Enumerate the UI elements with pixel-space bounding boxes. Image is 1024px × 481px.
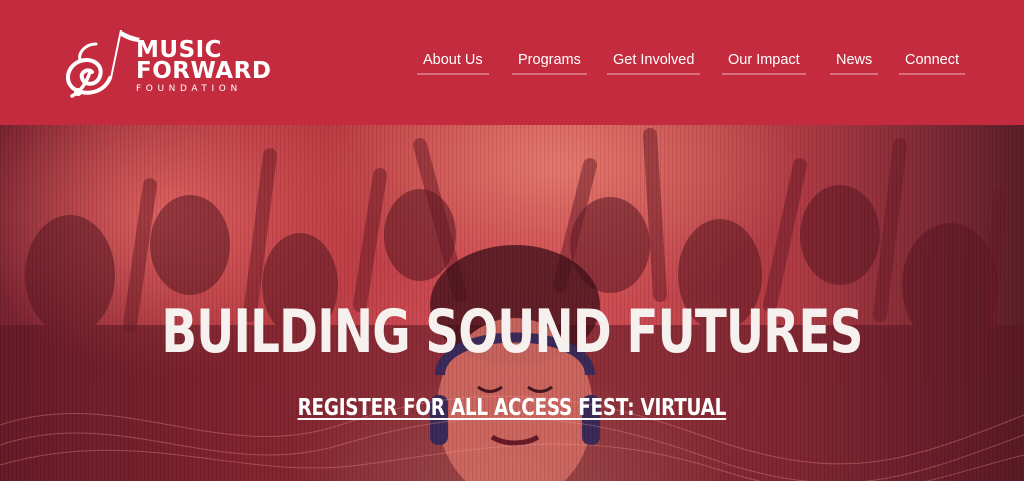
page: MUSIC FORWARD FOUNDATION About Us Progra… — [0, 0, 1024, 481]
nav-our-impact[interactable]: Our Impact — [722, 52, 806, 75]
hero-banner: BUILDING SOUND FUTURES REGISTER FOR ALL … — [0, 125, 1024, 481]
treble-clef-note-icon — [66, 30, 140, 98]
logo-wordmark: MUSIC FORWARD FOUNDATION — [136, 39, 272, 95]
logo-line-forward: FORWARD — [136, 58, 272, 84]
site-header: MUSIC FORWARD FOUNDATION About Us Progra… — [0, 0, 1024, 125]
nav-programs[interactable]: Programs — [512, 52, 587, 75]
register-all-access-fest-link[interactable]: REGISTER FOR ALL ACCESS FEST: VIRTUAL — [298, 395, 727, 421]
nav-about-us[interactable]: About Us — [417, 52, 489, 75]
logo-line-foundation: FOUNDATION — [136, 84, 242, 94]
hero-cta-wrapper: REGISTER FOR ALL ACCESS FEST: VIRTUAL — [0, 395, 1024, 421]
nav-connect[interactable]: Connect — [899, 52, 966, 75]
nav-news[interactable]: News — [830, 52, 879, 75]
nav-get-involved[interactable]: Get Involved — [607, 52, 701, 75]
site-logo[interactable]: MUSIC FORWARD FOUNDATION — [60, 26, 271, 102]
hero-headline: BUILDING SOUND FUTURES — [161, 297, 863, 367]
